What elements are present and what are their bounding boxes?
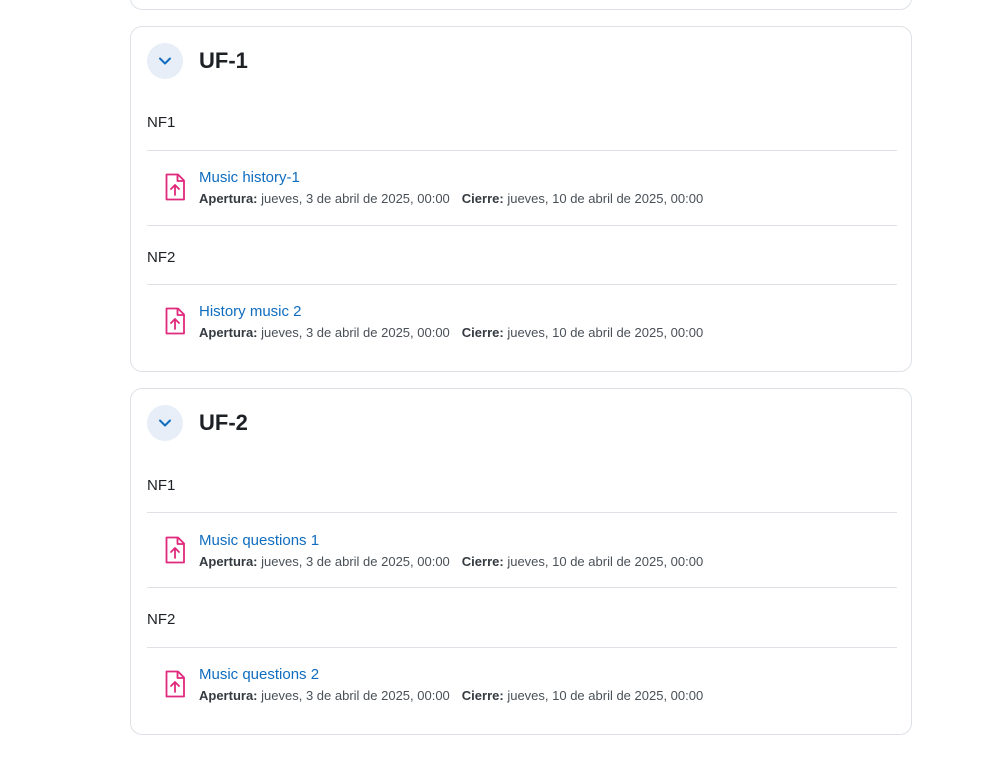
- activity-dates: Apertura: jueves, 3 de abril de 2025, 00…: [199, 688, 703, 703]
- assignment-upload-icon: [165, 307, 185, 335]
- divider: [147, 150, 897, 151]
- open-label: Apertura:: [199, 325, 258, 340]
- activity-item: History music 2 Apertura: jueves, 3 de a…: [147, 303, 897, 353]
- divider: [147, 284, 897, 285]
- section-title[interactable]: UF-2: [199, 410, 248, 436]
- close-date: jueves, 10 de abril de 2025, 00:00: [507, 554, 704, 569]
- close-label: Cierre:: [461, 191, 504, 206]
- open-date: jueves, 3 de abril de 2025, 00:00: [261, 325, 450, 340]
- section-uf-1: UF-1 NF1 Music history-1 Apertura: jueve…: [130, 26, 912, 372]
- close-label: Cierre:: [461, 688, 504, 703]
- collapse-section-button[interactable]: [147, 405, 183, 441]
- assignment-upload-icon: [165, 173, 185, 201]
- collapse-section-button[interactable]: [147, 43, 183, 79]
- activity-link[interactable]: Music history-1: [199, 169, 300, 186]
- open-label: Apertura:: [199, 191, 258, 206]
- subsection-label[interactable]: NF2: [147, 249, 175, 266]
- activity-item: Music questions 1 Apertura: jueves, 3 de…: [147, 532, 897, 582]
- section-title[interactable]: UF-1: [199, 48, 248, 74]
- activity-item: Music history-1 Apertura: jueves, 3 de a…: [147, 169, 897, 219]
- close-date: jueves, 10 de abril de 2025, 00:00: [507, 325, 704, 340]
- divider: [147, 225, 897, 226]
- section-header: UF-1: [147, 43, 248, 79]
- activity-link[interactable]: Music questions 2: [199, 666, 319, 683]
- section-header: UF-2: [147, 405, 248, 441]
- close-label: Cierre:: [461, 325, 504, 340]
- activity-dates: Apertura: jueves, 3 de abril de 2025, 00…: [199, 191, 703, 206]
- subsection-label[interactable]: NF1: [147, 477, 175, 494]
- open-label: Apertura:: [199, 688, 258, 703]
- activity-dates: Apertura: jueves, 3 de abril de 2025, 00…: [199, 325, 703, 340]
- activity-dates: Apertura: jueves, 3 de abril de 2025, 00…: [199, 554, 703, 569]
- open-date: jueves, 3 de abril de 2025, 00:00: [261, 191, 450, 206]
- subsection-label[interactable]: NF1: [147, 114, 175, 131]
- activity-item: Music questions 2 Apertura: jueves, 3 de…: [147, 666, 897, 716]
- chevron-down-icon: [159, 419, 171, 427]
- section-uf-2: UF-2 NF1 Music questions 1 Apertura: jue…: [130, 388, 912, 735]
- chevron-down-icon: [159, 57, 171, 65]
- activity-link[interactable]: History music 2: [199, 303, 302, 320]
- open-label: Apertura:: [199, 554, 258, 569]
- divider: [147, 647, 897, 648]
- divider: [147, 512, 897, 513]
- open-date: jueves, 3 de abril de 2025, 00:00: [261, 554, 450, 569]
- open-date: jueves, 3 de abril de 2025, 00:00: [261, 688, 450, 703]
- close-date: jueves, 10 de abril de 2025, 00:00: [507, 191, 704, 206]
- assignment-upload-icon: [165, 670, 185, 698]
- close-label: Cierre:: [461, 554, 504, 569]
- previous-section-card: [130, 0, 912, 10]
- close-date: jueves, 10 de abril de 2025, 00:00: [507, 688, 704, 703]
- divider: [147, 587, 897, 588]
- subsection-label[interactable]: NF2: [147, 611, 175, 628]
- activity-link[interactable]: Music questions 1: [199, 532, 319, 549]
- assignment-upload-icon: [165, 536, 185, 564]
